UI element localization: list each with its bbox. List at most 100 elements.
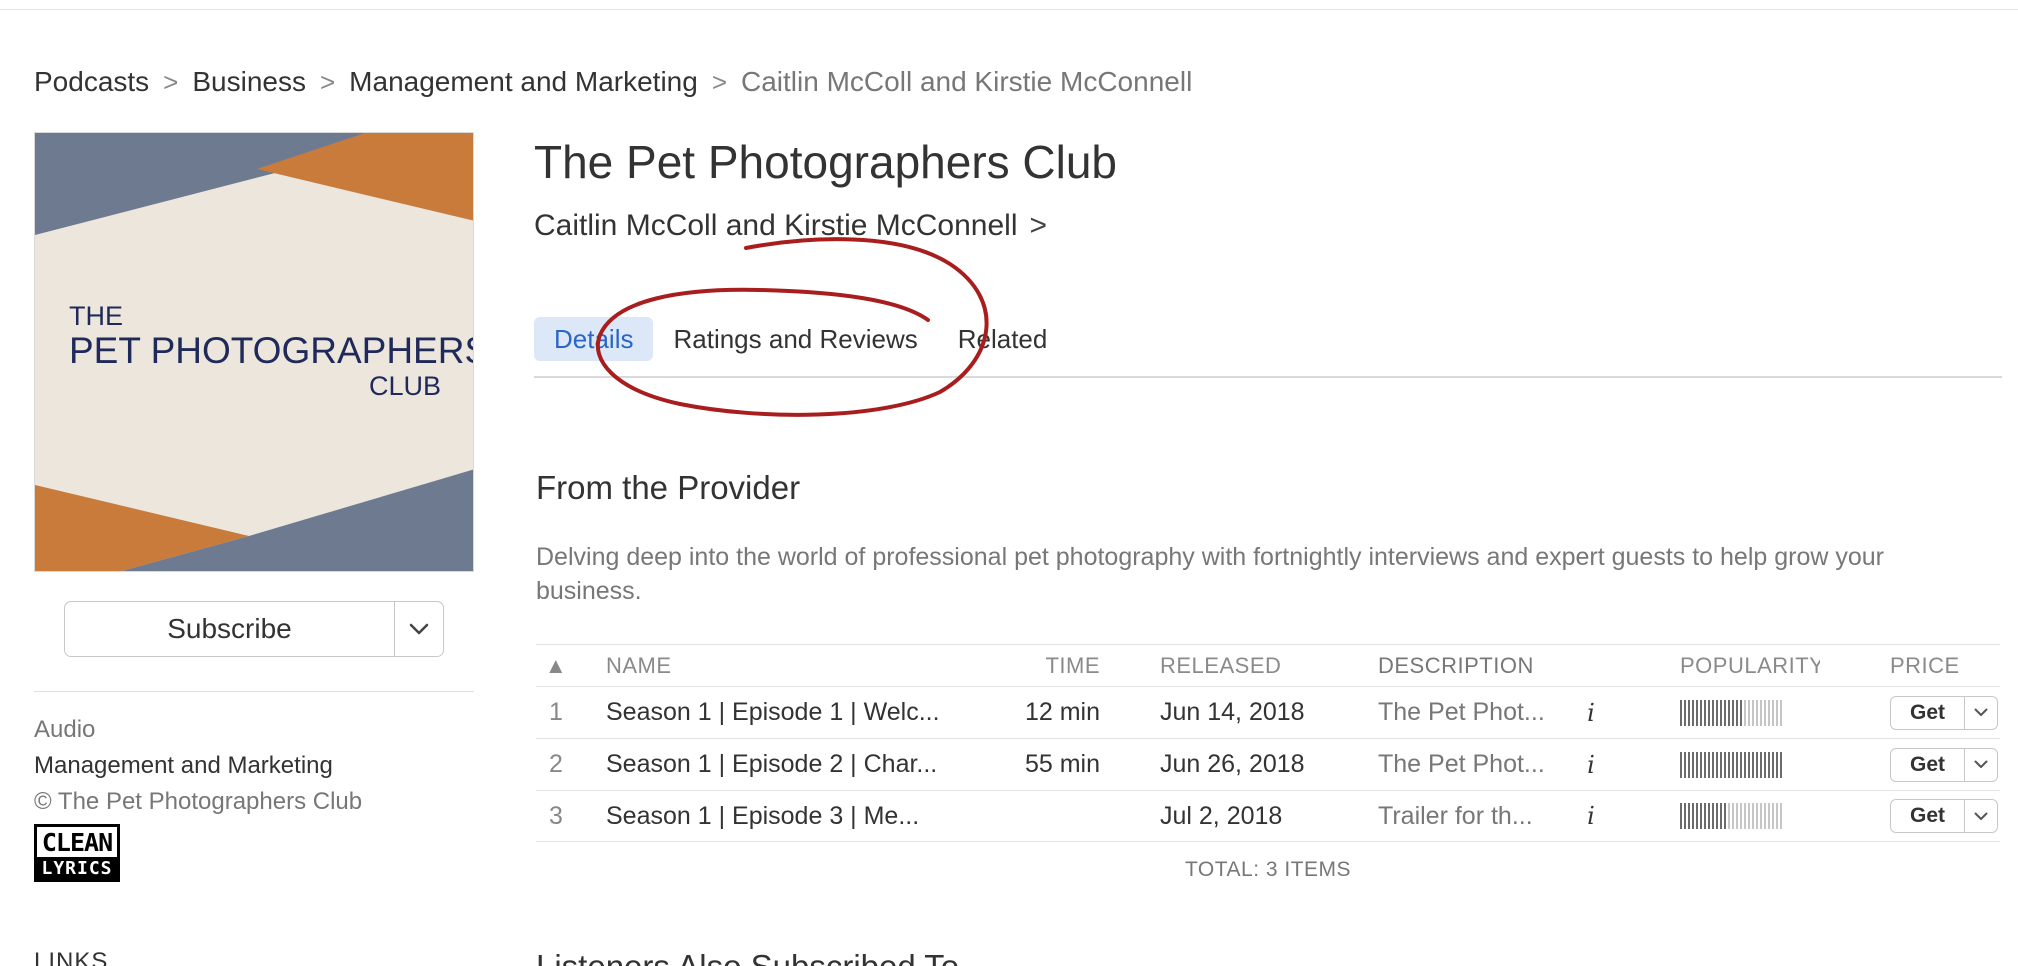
table-row[interactable]: 1 Season 1 | Episode 1 | Welc... 12 min … xyxy=(536,686,2000,738)
popularity-tick xyxy=(1708,751,1710,778)
popularity-tick xyxy=(1700,803,1702,829)
column-description[interactable]: DESCRIPTION xyxy=(1378,645,1578,686)
episode-number: 3 xyxy=(549,801,563,830)
links-heading: LINKS xyxy=(34,948,109,966)
popularity-tick xyxy=(1760,751,1762,778)
breadcrumb-current: Caitlin McColl and Kirstie McConnell xyxy=(741,66,1193,97)
popularity-tick xyxy=(1768,803,1770,829)
popularity-tick xyxy=(1724,699,1726,726)
popularity-tick xyxy=(1772,803,1774,829)
chevron-down-icon xyxy=(1974,812,1988,820)
popularity-tick xyxy=(1764,699,1766,726)
popularity-tick xyxy=(1692,699,1694,726)
popularity-tick xyxy=(1684,803,1686,829)
info-icon[interactable]: i xyxy=(1576,739,1606,790)
popularity-tick xyxy=(1708,803,1710,829)
page-title: The Pet Photographers Club xyxy=(534,136,1118,188)
chevron-down-icon xyxy=(1974,760,1988,768)
get-button[interactable]: Get xyxy=(1891,748,1965,781)
get-menu-button[interactable] xyxy=(1965,749,1997,781)
artist-name: Caitlin McColl and Kirstie McConnell xyxy=(534,209,1018,242)
popularity-tick xyxy=(1716,803,1718,829)
price-cell: Get xyxy=(1890,687,2000,738)
popularity-tick xyxy=(1768,699,1770,726)
popularity-tick xyxy=(1760,699,1762,726)
popularity-cell xyxy=(1680,791,1820,841)
popularity-tick xyxy=(1776,803,1778,829)
popularity-tick xyxy=(1680,803,1682,829)
sort-indicator[interactable]: ▲ xyxy=(536,645,576,686)
breadcrumb-management-marketing[interactable]: Management and Marketing xyxy=(349,66,698,98)
popularity-tick xyxy=(1704,699,1706,726)
info-icon[interactable]: i xyxy=(1576,687,1606,738)
popularity-tick xyxy=(1692,751,1694,778)
get-control: Get xyxy=(1890,747,1998,782)
category-link[interactable]: Management and Marketing xyxy=(34,748,333,784)
subscribe-button[interactable]: Subscribe xyxy=(65,602,395,656)
popularity-tick xyxy=(1776,699,1778,726)
popularity-tick xyxy=(1752,803,1754,829)
clean-badge-bottom: LYRICS xyxy=(37,857,117,879)
subscribe-menu-button[interactable] xyxy=(395,602,443,656)
column-released[interactable]: RELEASED xyxy=(1160,645,1360,686)
tab-details[interactable]: Details xyxy=(534,317,654,361)
popularity-tick xyxy=(1732,699,1734,726)
popularity-cell xyxy=(1680,687,1820,738)
column-price[interactable]: PRICE xyxy=(1890,645,2000,686)
episode-number: 2 xyxy=(549,750,563,778)
tab-related[interactable]: Related xyxy=(938,317,1068,361)
episode-released: Jun 26, 2018 xyxy=(1160,750,1305,778)
episode-description: The Pet Phot... xyxy=(1378,698,1545,726)
popularity-bar xyxy=(1680,751,1782,778)
table-row[interactable]: 3 Season 1 | Episode 3 | Me... Jul 2, 20… xyxy=(536,790,2000,842)
episode-name[interactable]: Season 1 | Episode 2 | Char... xyxy=(606,739,966,790)
breadcrumb-separator: > xyxy=(319,66,336,97)
episode-name[interactable]: Season 1 | Episode 3 | Me... xyxy=(606,791,966,841)
listeners-also-subscribed-heading: Listeners Also Subscribed To xyxy=(536,948,959,966)
episode-name[interactable]: Season 1 | Episode 1 | Welc... xyxy=(606,687,966,738)
tab-bar: Details Ratings and Reviews Related xyxy=(534,316,1067,362)
table-header: ▲ NAME TIME RELEASED DESCRIPTION POPULAR… xyxy=(536,644,2000,686)
popularity-tick xyxy=(1696,751,1698,778)
popularity-tick xyxy=(1756,803,1758,829)
popularity-tick xyxy=(1680,699,1682,726)
get-menu-button[interactable] xyxy=(1965,800,1997,832)
get-menu-button[interactable] xyxy=(1965,697,1997,729)
breadcrumb-podcasts[interactable]: Podcasts xyxy=(34,66,149,98)
chevron-right-icon: > xyxy=(1029,209,1048,242)
popularity-tick xyxy=(1728,751,1730,778)
tab-ratings-and-reviews[interactable]: Ratings and Reviews xyxy=(653,317,937,361)
popularity-tick xyxy=(1696,803,1698,829)
popularity-tick xyxy=(1728,803,1730,829)
popularity-tick xyxy=(1680,751,1682,778)
popularity-tick xyxy=(1716,751,1718,778)
top-divider xyxy=(0,9,2018,10)
popularity-tick xyxy=(1704,803,1706,829)
breadcrumb-business[interactable]: Business xyxy=(192,66,306,98)
table-row[interactable]: 2 Season 1 | Episode 2 | Char... 55 min … xyxy=(536,738,2000,790)
column-popularity[interactable]: POPULARITY xyxy=(1680,645,1820,686)
subscribe-control: Subscribe xyxy=(64,601,444,657)
artwork-title-club: CLUB xyxy=(368,371,441,401)
popularity-tick xyxy=(1736,803,1738,829)
price-cell: Get xyxy=(1890,739,2000,790)
column-time[interactable]: TIME xyxy=(976,645,1100,686)
popularity-tick xyxy=(1688,699,1690,726)
info-icon[interactable]: i xyxy=(1576,791,1606,841)
popularity-tick xyxy=(1740,803,1742,829)
popularity-tick xyxy=(1708,699,1710,726)
popularity-tick xyxy=(1756,699,1758,726)
popularity-tick xyxy=(1740,699,1742,726)
artist-link[interactable]: Caitlin McColl and Kirstie McConnell > xyxy=(534,206,1047,246)
price-cell: Get xyxy=(1890,791,2000,841)
popularity-tick xyxy=(1720,751,1722,778)
get-button[interactable]: Get xyxy=(1891,800,1965,832)
popularity-tick xyxy=(1700,751,1702,778)
popularity-tick xyxy=(1736,751,1738,778)
popularity-tick xyxy=(1684,751,1686,778)
column-name[interactable]: NAME xyxy=(606,645,966,686)
get-button[interactable]: Get xyxy=(1891,696,1965,729)
breadcrumb: Podcasts > Business > Management and Mar… xyxy=(34,62,1192,102)
breadcrumb-separator: > xyxy=(163,66,179,97)
popularity-tick xyxy=(1748,803,1750,829)
